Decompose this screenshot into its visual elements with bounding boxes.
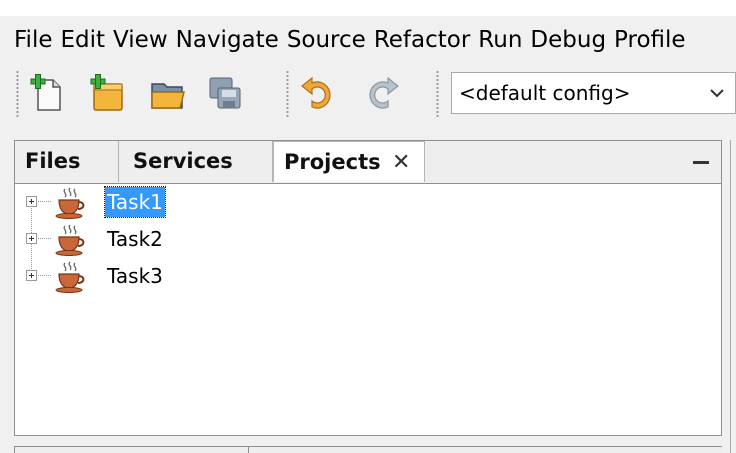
expand-icon[interactable] xyxy=(26,196,37,207)
toolbar-grip[interactable] xyxy=(286,70,289,118)
panel-tab-bar: Files Services Projects ✕ xyxy=(15,141,721,184)
tab-projects-label: Projects xyxy=(284,150,381,174)
bottom-panel-tabs xyxy=(14,446,722,453)
open-project-icon[interactable] xyxy=(148,74,188,114)
toolbar-grip[interactable] xyxy=(16,70,19,118)
expand-icon[interactable] xyxy=(26,270,37,281)
tree-node-task3[interactable]: Task3 xyxy=(15,259,721,295)
java-project-icon xyxy=(55,224,85,256)
menu-run[interactable]: Run xyxy=(474,20,526,60)
close-icon[interactable]: ✕ xyxy=(392,142,410,183)
editor-area-edge xyxy=(730,140,736,453)
configuration-select[interactable]: <default config> xyxy=(451,72,736,114)
expand-icon[interactable] xyxy=(26,233,37,244)
menu-profile[interactable]: Profile xyxy=(610,20,690,60)
menu-bar: File Edit View Navigate Source Refactor … xyxy=(0,20,736,60)
tree-connector xyxy=(38,238,52,239)
title-strip xyxy=(0,0,736,16)
menu-debug[interactable]: Debug xyxy=(526,20,610,60)
tree-node-label: Task2 xyxy=(107,227,163,251)
tree-node-task1[interactable]: Task1 xyxy=(15,185,721,221)
new-project-icon[interactable] xyxy=(88,74,128,114)
save-all-icon[interactable] xyxy=(206,74,246,114)
menu-navigate[interactable]: Navigate xyxy=(172,20,283,60)
tab-files-label: Files xyxy=(25,149,81,173)
tree-node-task2[interactable]: Task2 xyxy=(15,222,721,258)
tab-projects[interactable]: Projects ✕ xyxy=(273,141,425,182)
java-project-icon xyxy=(55,187,85,219)
java-project-icon xyxy=(55,261,85,293)
tab-services[interactable]: Services xyxy=(119,141,273,182)
menu-edit[interactable]: Edit xyxy=(57,20,110,60)
tab-services-label: Services xyxy=(133,149,233,173)
redo-icon[interactable] xyxy=(362,74,402,114)
tree-node-label: Task3 xyxy=(107,264,163,288)
menu-source[interactable]: Source xyxy=(283,20,370,60)
minimize-icon[interactable] xyxy=(693,161,709,164)
undo-icon[interactable] xyxy=(298,74,338,114)
projects-panel: Files Services Projects ✕ Task1 Task2 Ta… xyxy=(14,140,722,436)
menu-file[interactable]: File xyxy=(0,20,57,60)
toolbar-grip[interactable] xyxy=(436,70,439,118)
ide-window: File Edit View Navigate Source Refactor … xyxy=(0,0,736,453)
chevron-down-icon[interactable] xyxy=(709,87,725,99)
menu-view[interactable]: View xyxy=(109,20,172,60)
new-file-icon[interactable] xyxy=(28,74,68,114)
tab-files[interactable]: Files xyxy=(15,141,119,182)
menu-refactor[interactable]: Refactor xyxy=(370,20,474,60)
bottom-panel-divider xyxy=(248,446,249,453)
tree-connector xyxy=(38,275,52,276)
tree-node-label: Task1 xyxy=(104,186,166,218)
tree-connector xyxy=(38,201,52,202)
configuration-value: <default config> xyxy=(459,81,631,105)
